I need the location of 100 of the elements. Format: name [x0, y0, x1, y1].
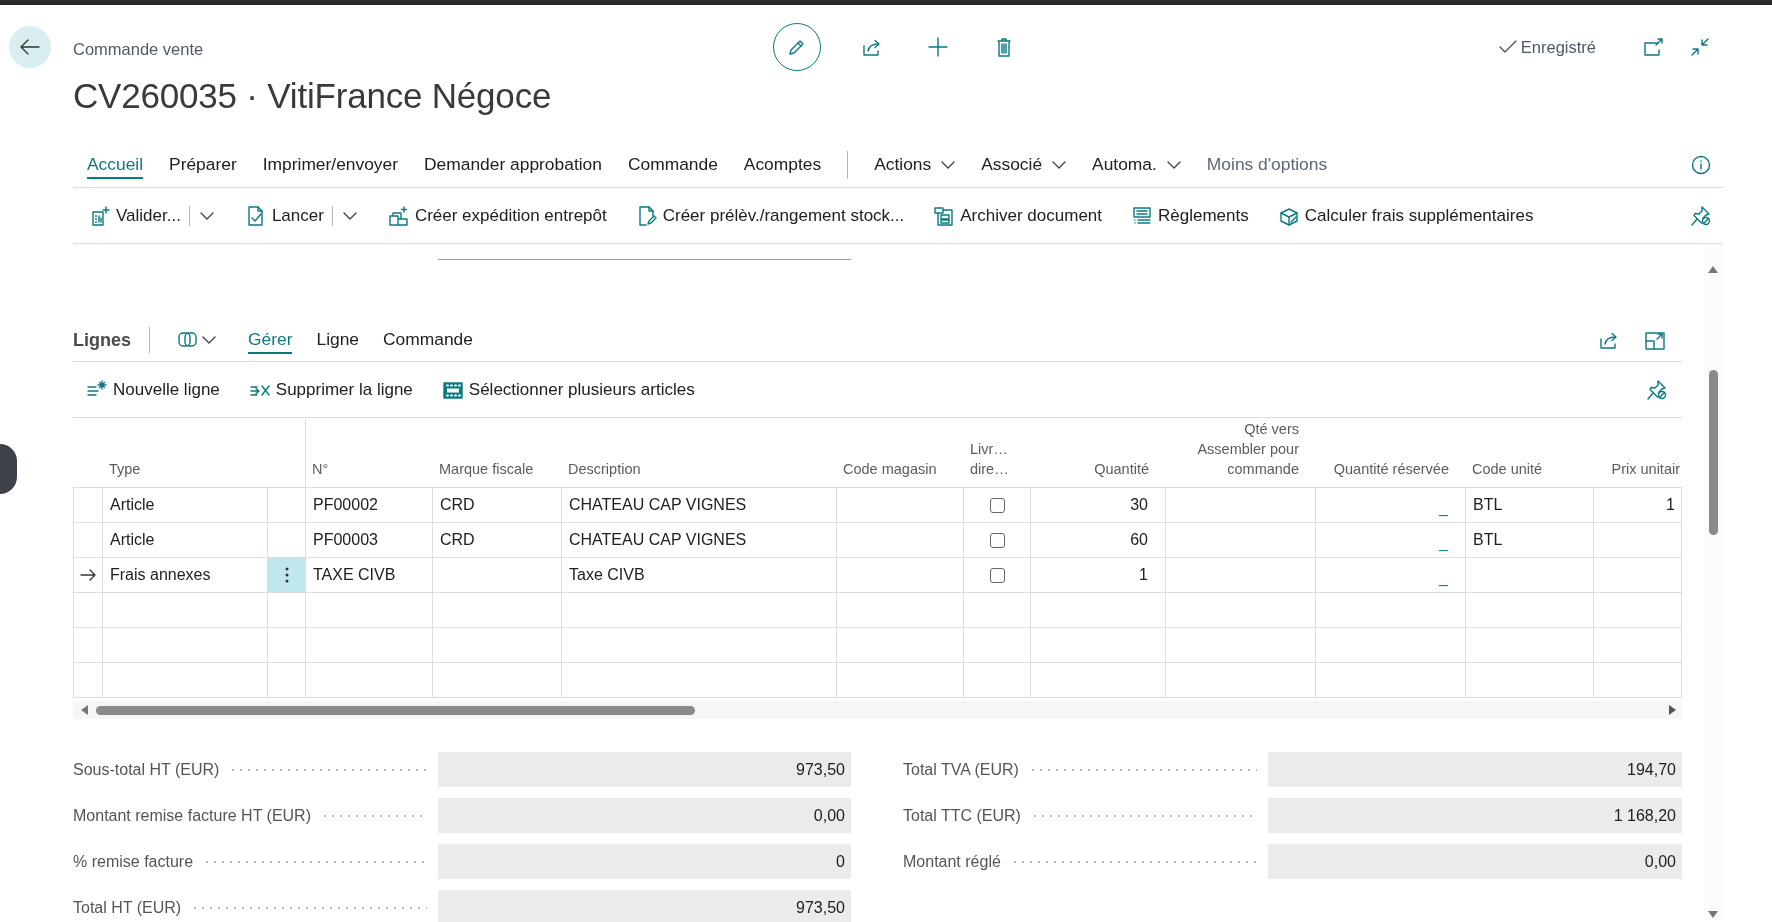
table-cell — [73, 628, 103, 663]
caret-icon — [342, 211, 357, 220]
document-check-icon — [245, 205, 266, 226]
vertical-scrollbar[interactable] — [1704, 244, 1722, 920]
column-header[interactable]: Marque fiscale — [433, 459, 562, 491]
column-header[interactable]: Prix unitair — [1594, 459, 1682, 491]
field-label: Total HT (EUR) — [73, 898, 182, 917]
action-button[interactable]: Lancer — [245, 205, 324, 226]
less-options-button[interactable]: Moins d'options — [1206, 151, 1328, 179]
horizontal-scrollbar[interactable] — [73, 701, 1682, 719]
tab[interactable]: Acomptes — [743, 151, 822, 179]
menu-button[interactable]: Actions — [874, 151, 956, 179]
checkbox[interactable] — [989, 567, 1005, 583]
plus-icon — [928, 37, 948, 57]
table-cell: PF00002 — [306, 488, 433, 523]
expand-icon — [1645, 330, 1665, 350]
pin-button[interactable] — [1645, 377, 1669, 402]
share-icon — [862, 38, 882, 56]
info-button[interactable] — [1689, 153, 1713, 177]
table-cell: 60 — [1031, 523, 1166, 558]
column-header[interactable]: N° — [306, 459, 433, 491]
column-header[interactable]: Quantité — [1031, 459, 1166, 491]
vertical-ellipsis-icon — [284, 567, 289, 583]
menu-button[interactable]: Associé — [981, 151, 1067, 179]
action-button[interactable]: Créer expédition entrepôt — [388, 205, 607, 226]
field-label: Total TTC (EUR) — [903, 806, 1021, 825]
column-header[interactable]: Description — [562, 459, 837, 491]
table-cell — [964, 628, 1031, 663]
table-cell: BTL — [1466, 488, 1594, 523]
amount-field[interactable]: 0,00 — [1268, 844, 1682, 879]
checkbox[interactable] — [989, 497, 1005, 513]
boxes-icon — [388, 205, 409, 226]
action-button[interactable]: Créer prélèv./rangement stock... — [636, 205, 905, 226]
tab[interactable]: Commande — [383, 326, 473, 354]
action-button[interactable]: Sélectionner plusieurs articles — [442, 379, 695, 400]
column-header[interactable]: Code unité — [1466, 459, 1594, 491]
table-cell[interactable]: _ — [1316, 558, 1466, 593]
view-options-button[interactable] — [178, 331, 216, 349]
column-header[interactable]: Quantité réservée — [1316, 459, 1466, 491]
collapse-icon — [1690, 37, 1710, 57]
caret-icon — [199, 211, 214, 220]
table-cell — [268, 663, 306, 698]
column-header[interactable]: Code magasin — [837, 459, 964, 491]
tab[interactable]: Accueil — [87, 151, 144, 179]
caret-icon — [941, 160, 956, 169]
table-cell: CRD — [433, 488, 562, 523]
checkbox[interactable] — [989, 532, 1005, 548]
amount-field[interactable]: 0,00 — [438, 798, 851, 833]
tab[interactable]: Gérer — [248, 326, 293, 354]
amount-field[interactable]: 1 168,20 — [1268, 798, 1682, 833]
table-cell — [268, 628, 306, 663]
tab[interactable]: Demander approbation — [424, 151, 602, 179]
field-label: Montant réglé — [903, 852, 1001, 871]
document-edit-icon — [636, 205, 657, 226]
column-header[interactable]: Livr… dire… — [964, 439, 1031, 491]
page-title: CV260035 · VitiFrance Négoce — [73, 75, 553, 117]
field-label: % remise facture — [73, 852, 194, 871]
action-button[interactable]: Nouvelle ligne — [87, 379, 220, 400]
table-cell: BTL — [1466, 523, 1594, 558]
trash-icon — [996, 37, 1012, 57]
column-header[interactable]: Qté vers Assembler pour commande — [1166, 419, 1316, 491]
back-arrow-icon — [20, 39, 40, 55]
amount-field[interactable]: 194,70 — [1268, 752, 1682, 787]
info-icon — [1691, 155, 1711, 175]
action-button[interactable]: Calculer frais supplémentaires — [1278, 205, 1534, 226]
scrollbar-thumb[interactable] — [96, 705, 695, 715]
amount-field[interactable]: 0 — [438, 844, 851, 879]
pin-icon — [1647, 379, 1667, 400]
tab[interactable]: Imprimer/envoyer — [262, 151, 399, 179]
amount-field[interactable]: 973,50 — [438, 890, 851, 922]
action-button[interactable]: Supprimer la ligne — [249, 379, 413, 400]
caret-icon — [1052, 160, 1067, 169]
scrollbar-thumb[interactable] — [1708, 370, 1718, 535]
tab[interactable]: Commande — [627, 151, 718, 179]
pop-out-button[interactable] — [1642, 35, 1666, 59]
tab[interactable]: Préparer — [169, 151, 237, 179]
cube-icon — [1278, 205, 1299, 226]
pin-button[interactable] — [1689, 203, 1713, 228]
pop-out-icon — [1644, 38, 1664, 56]
amount-field[interactable]: 973,50 — [438, 752, 851, 787]
table-cell: 1 — [1594, 488, 1682, 523]
action-button[interactable]: Règlements — [1132, 205, 1249, 226]
action-button[interactable]: Valider... — [90, 205, 181, 226]
menu-button[interactable]: Automa. — [1092, 151, 1181, 179]
tab[interactable]: Ligne — [316, 326, 360, 354]
section-title: Lignes — [73, 329, 131, 351]
table-cell: 1 — [1031, 558, 1166, 593]
table-cell: 30 — [1031, 488, 1166, 523]
table-cell[interactable]: _ — [1316, 523, 1466, 558]
pin-icon — [1691, 205, 1711, 226]
back-button[interactable] — [9, 26, 51, 68]
list-icon — [1132, 205, 1152, 226]
table-cell: Taxe CIVB — [562, 558, 837, 593]
table-cell: CRD — [433, 523, 562, 558]
field-label: Sous-total HT (EUR) — [73, 760, 220, 779]
action-button[interactable]: Archiver document — [934, 205, 1102, 226]
scroll-down-arrow-icon — [1708, 911, 1718, 918]
side-panel-tab[interactable] — [0, 444, 17, 494]
table-cell[interactable]: _ — [1316, 488, 1466, 523]
table-cell: Article — [103, 523, 268, 558]
